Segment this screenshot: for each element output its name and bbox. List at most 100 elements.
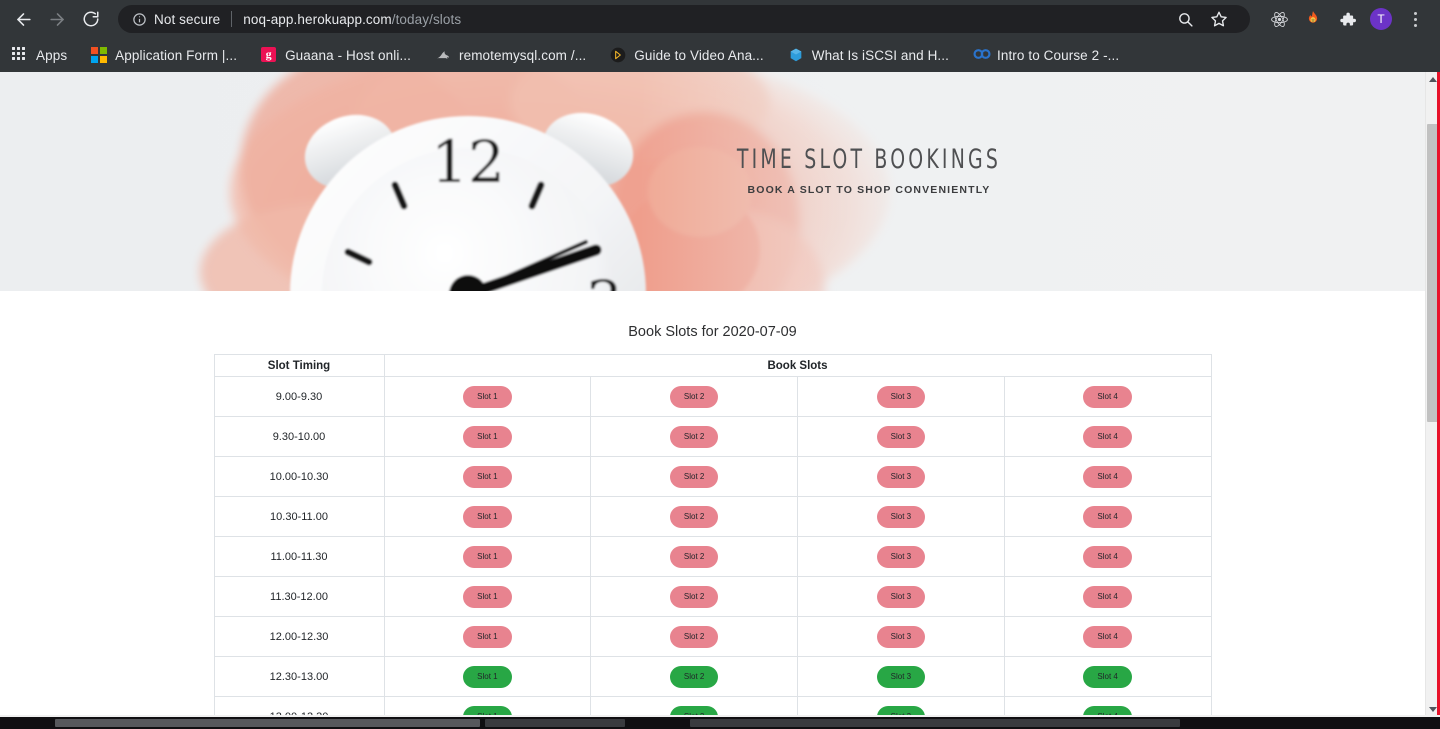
guaana-g-icon: g xyxy=(261,47,277,63)
slot-time-cell: 10.30-11.00 xyxy=(213,496,385,537)
page-title: TIME SLOT BOOKINGS xyxy=(736,144,1002,174)
slot-button-1-row-2[interactable]: Slot 1 xyxy=(463,425,512,448)
flame-icon[interactable] xyxy=(1300,6,1326,32)
slot-button-2-row-2[interactable]: Slot 2 xyxy=(669,425,719,448)
table-row: 9.00-9.30 Slot 1 Slot 2 Slot 3 Slot 4 xyxy=(213,376,1212,417)
column-header-book-slots: Book Slots xyxy=(383,354,1212,377)
table-header-row: Slot Timing Book Slots xyxy=(213,354,1212,377)
browser-toolbar: Not secure noq-app.herokuapp.com/today/s… xyxy=(0,0,1440,38)
slot-time-cell: 9.30-10.00 xyxy=(213,416,385,457)
table-row: 10.00-10.30 Slot 1 Slot 2 Slot 3 Slot 4 xyxy=(213,456,1212,497)
slot-cell: Slot 1 xyxy=(383,496,592,537)
star-icon[interactable] xyxy=(1206,6,1232,32)
bookmark-label: Application Form |... xyxy=(115,47,238,63)
slot-button-3-row-1[interactable]: Slot 3 xyxy=(876,385,926,408)
reload-button[interactable] xyxy=(76,4,106,34)
slot-time-cell: 10.00-10.30 xyxy=(213,456,385,497)
profile-avatar[interactable]: T xyxy=(1370,8,1392,30)
slot-button-4-row-6[interactable]: Slot 4 xyxy=(1083,585,1132,608)
slot-cell: Slot 4 xyxy=(1003,376,1212,417)
slot-button-3-row-7[interactable]: Slot 3 xyxy=(876,625,926,648)
bookmarks-bar: Apps Application Form |... g Guaana - Ho… xyxy=(0,38,1440,72)
address-bar[interactable]: Not secure noq-app.herokuapp.com/today/s… xyxy=(118,5,1250,33)
bookmark-guaana[interactable]: g Guaana - Host onli... xyxy=(261,47,411,63)
slot-cell: Slot 2 xyxy=(590,416,798,457)
slot-cell: Slot 4 xyxy=(1003,416,1212,457)
slot-button-3-row-5[interactable]: Slot 3 xyxy=(876,545,926,568)
slot-button-1-row-8[interactable]: Slot 1 xyxy=(463,665,512,688)
slot-button-1-row-6[interactable]: Slot 1 xyxy=(463,585,512,608)
microsoft-icon xyxy=(91,47,107,63)
slot-button-4-row-8[interactable]: Slot 4 xyxy=(1083,665,1132,688)
slot-button-1-row-3[interactable]: Slot 1 xyxy=(463,465,512,488)
slot-cell: Slot 4 xyxy=(1003,656,1212,697)
table-row: 12.30-13.00 Slot 1 Slot 2 Slot 3 Slot 4 xyxy=(213,656,1212,697)
slot-button-2-row-1[interactable]: Slot 2 xyxy=(669,385,719,408)
slot-cell: Slot 3 xyxy=(797,656,1005,697)
slot-button-3-row-8[interactable]: Slot 3 xyxy=(876,665,926,688)
slot-time-cell: 13.00-13.30 xyxy=(213,696,385,717)
taskbar-segment xyxy=(690,719,1180,727)
bookmark-apps[interactable]: Apps xyxy=(12,47,67,63)
back-button[interactable] xyxy=(8,4,38,34)
slot-button-1-row-5[interactable]: Slot 1 xyxy=(463,545,512,568)
bookmark-label: remotemysql.com /... xyxy=(459,47,587,63)
react-devtools-icon[interactable] xyxy=(1266,6,1292,32)
kebab-menu-icon[interactable] xyxy=(1402,6,1428,32)
page-viewport: 12 3 9 xyxy=(0,72,1440,717)
slot-cell: Slot 4 xyxy=(1003,576,1212,617)
slot-button-4-row-3[interactable]: Slot 4 xyxy=(1083,465,1132,488)
apps-grid-icon xyxy=(12,47,28,63)
mysql-dolphin-icon xyxy=(435,47,451,63)
svg-text:3: 3 xyxy=(586,268,623,291)
extensions-puzzle-icon[interactable] xyxy=(1334,6,1360,32)
slot-button-1-row-7[interactable]: Slot 1 xyxy=(463,625,512,648)
bookmark-application-form[interactable]: Application Form |... xyxy=(91,47,237,63)
slot-button-3-row-4[interactable]: Slot 3 xyxy=(876,505,926,528)
search-icon[interactable] xyxy=(1172,6,1198,32)
bookmark-coursera[interactable]: Intro to Course 2 -... xyxy=(973,47,1119,63)
bookmark-iscsi[interactable]: What Is iSCSI and H... xyxy=(788,47,949,63)
hero-text-block: TIME SLOT BOOKINGS BOOK A SLOT TO SHOP C… xyxy=(704,144,1034,196)
slot-cell: Slot 3 xyxy=(797,496,1005,537)
slot-time-cell: 9.00-9.30 xyxy=(213,376,385,417)
slot-button-2-row-7[interactable]: Slot 2 xyxy=(669,625,719,648)
slot-cell: Slot 1 xyxy=(383,696,592,717)
bookmark-video-guide[interactable]: Guide to Video Ana... xyxy=(610,47,764,63)
table-row: 11.00-11.30 Slot 1 Slot 2 Slot 3 Slot 4 xyxy=(213,536,1212,577)
slot-button-3-row-3[interactable]: Slot 3 xyxy=(876,465,926,488)
iscsi-cube-icon xyxy=(788,47,804,63)
os-taskbar xyxy=(0,717,1440,729)
slot-button-2-row-4[interactable]: Slot 2 xyxy=(669,505,719,528)
hero-banner: 12 3 9 xyxy=(0,72,1425,291)
slot-button-3-row-2[interactable]: Slot 3 xyxy=(876,425,926,448)
slot-button-2-row-3[interactable]: Slot 2 xyxy=(669,465,719,488)
slot-button-4-row-7[interactable]: Slot 4 xyxy=(1083,625,1132,648)
forward-button[interactable] xyxy=(42,4,72,34)
slot-button-2-row-8[interactable]: Slot 2 xyxy=(669,665,719,688)
url-path: /today/slots xyxy=(391,11,462,27)
slot-cell: Slot 2 xyxy=(590,696,798,717)
coursera-icon xyxy=(973,47,991,63)
bookmark-remotemysql[interactable]: remotemysql.com /... xyxy=(435,47,586,63)
slot-button-4-row-5[interactable]: Slot 4 xyxy=(1083,545,1132,568)
slot-time-cell: 11.30-12.00 xyxy=(213,576,385,617)
slot-cell: Slot 1 xyxy=(383,576,592,617)
slot-button-4-row-1[interactable]: Slot 4 xyxy=(1083,385,1132,408)
slot-button-3-row-6[interactable]: Slot 3 xyxy=(876,585,926,608)
slot-cell: Slot 3 xyxy=(797,416,1005,457)
slot-cell: Slot 2 xyxy=(590,616,798,657)
table-row: 12.00-12.30 Slot 1 Slot 2 Slot 3 Slot 4 xyxy=(213,616,1212,657)
slot-button-4-row-4[interactable]: Slot 4 xyxy=(1083,505,1132,528)
slot-button-1-row-1[interactable]: Slot 1 xyxy=(463,385,512,408)
slot-button-2-row-6[interactable]: Slot 2 xyxy=(669,585,719,608)
url-text: noq-app.herokuapp.com/today/slots xyxy=(243,12,461,27)
svg-text:12: 12 xyxy=(431,128,505,196)
slot-button-1-row-4[interactable]: Slot 1 xyxy=(463,505,512,528)
slot-button-2-row-5[interactable]: Slot 2 xyxy=(669,545,719,568)
slot-cell: Slot 1 xyxy=(383,376,592,417)
slot-cell: Slot 4 xyxy=(1003,456,1212,497)
slot-button-4-row-2[interactable]: Slot 4 xyxy=(1083,425,1132,448)
booking-section: Book Slots for 2020-07-09 Slot Timing Bo… xyxy=(0,291,1425,717)
table-row: 13.00-13.30Slot 1Slot 2Slot 3Slot 4 xyxy=(213,696,1212,717)
